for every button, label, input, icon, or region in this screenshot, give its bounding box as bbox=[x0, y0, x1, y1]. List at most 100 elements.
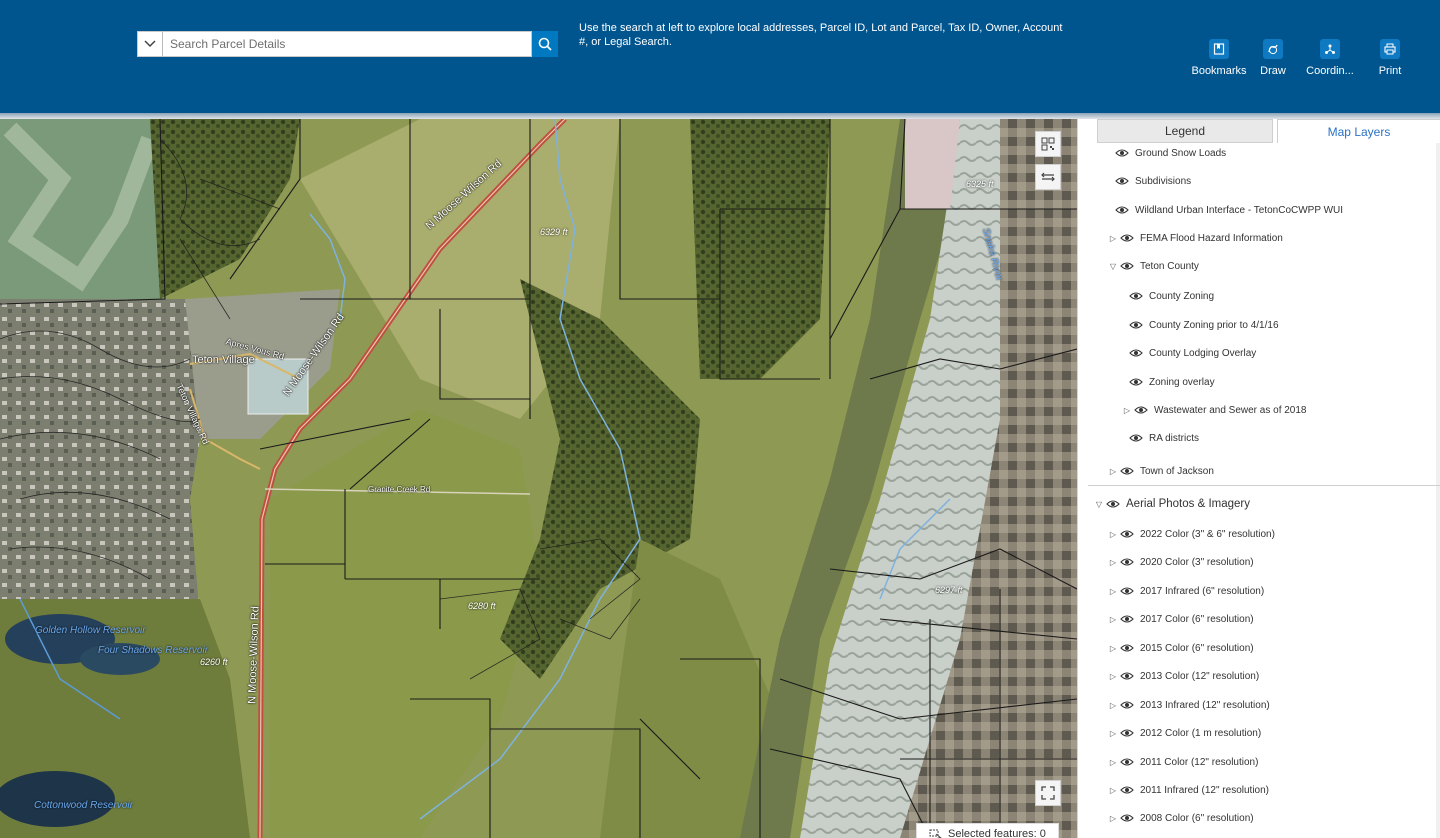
search-icon bbox=[538, 37, 552, 51]
eye-icon[interactable] bbox=[1120, 529, 1134, 539]
layer-item[interactable]: ▷ 2017 Color (6" resolution) bbox=[1108, 609, 1254, 629]
expand-right-icon[interactable]: ▷ bbox=[1122, 406, 1132, 415]
print-button[interactable]: Print bbox=[1370, 39, 1410, 77]
expand-right-icon[interactable]: ▷ bbox=[1108, 615, 1118, 624]
eye-icon[interactable] bbox=[1134, 405, 1148, 415]
layer-item[interactable]: Wildland Urban Interface - TetonCoCWPP W… bbox=[1111, 200, 1343, 220]
layer-item[interactable]: ▷ 2015 Color (6" resolution) bbox=[1108, 638, 1254, 658]
qr-code-icon bbox=[1041, 137, 1055, 151]
eye-icon[interactable] bbox=[1120, 813, 1134, 823]
eye-icon[interactable] bbox=[1120, 614, 1134, 624]
expand-right-icon[interactable]: ▷ bbox=[1108, 701, 1118, 710]
elevation-label: 6280 ft bbox=[468, 601, 496, 611]
qr-code-button[interactable] bbox=[1035, 131, 1061, 157]
layer-item[interactable]: County Lodging Overlay bbox=[1125, 343, 1256, 363]
eye-icon[interactable] bbox=[1120, 233, 1134, 243]
eye-icon[interactable] bbox=[1120, 700, 1134, 710]
eye-icon[interactable] bbox=[1120, 728, 1134, 738]
eye-icon[interactable] bbox=[1115, 176, 1129, 186]
fullscreen-button[interactable] bbox=[1035, 780, 1061, 806]
layer-item[interactable]: ▷ FEMA Flood Hazard Information bbox=[1108, 228, 1283, 248]
layer-label: Wastewater and Sewer as of 2018 bbox=[1154, 404, 1307, 416]
eye-icon[interactable] bbox=[1129, 320, 1143, 330]
eye-icon[interactable] bbox=[1115, 148, 1129, 158]
expand-right-icon[interactable]: ▷ bbox=[1108, 530, 1118, 539]
expand-right-icon[interactable]: ▷ bbox=[1108, 644, 1118, 653]
selected-features-button[interactable]: Selected features: 0 bbox=[916, 823, 1059, 838]
place-label-teton-village: Teton Village bbox=[192, 354, 255, 366]
layer-item[interactable]: ▷ 2008 Color (6" resolution) bbox=[1108, 808, 1254, 828]
eye-icon[interactable] bbox=[1120, 261, 1134, 271]
layer-item[interactable]: ▷ Town of Jackson bbox=[1108, 461, 1214, 481]
coordinates-label: Coordin... bbox=[1306, 65, 1354, 77]
tab-legend[interactable]: Legend bbox=[1097, 119, 1273, 143]
layer-group-aerial[interactable]: ▽ Aerial Photos & Imagery bbox=[1094, 494, 1250, 514]
search-source-dropdown[interactable] bbox=[137, 31, 163, 57]
layer-label: 2020 Color (3" resolution) bbox=[1140, 556, 1254, 568]
expand-right-icon[interactable]: ▷ bbox=[1108, 786, 1118, 795]
layer-item[interactable]: ▷ Wastewater and Sewer as of 2018 bbox=[1122, 400, 1307, 420]
layer-item[interactable]: Subdivisions bbox=[1111, 171, 1191, 191]
layer-item[interactable]: RA districts bbox=[1125, 428, 1199, 448]
map-view[interactable]: N Moose-Wilson Rd N Moose-Wilson Rd N Mo… bbox=[0, 119, 1077, 838]
fullscreen-icon bbox=[1041, 786, 1055, 800]
eye-icon[interactable] bbox=[1120, 643, 1134, 653]
eye-icon[interactable] bbox=[1120, 671, 1134, 681]
coordinates-icon bbox=[1320, 39, 1340, 59]
panel-scrollbar[interactable] bbox=[1436, 143, 1440, 838]
bookmarks-label: Bookmarks bbox=[1191, 65, 1247, 77]
tab-map-layers[interactable]: Map Layers bbox=[1277, 119, 1440, 143]
eye-icon[interactable] bbox=[1129, 433, 1143, 443]
layer-item[interactable]: ▷ 2020 Color (3" resolution) bbox=[1108, 552, 1254, 572]
layer-item[interactable]: ▷ 2011 Color (12" resolution) bbox=[1108, 752, 1259, 772]
water-label-reservoir: Golden Hollow Reservoir bbox=[35, 625, 146, 636]
eye-icon[interactable] bbox=[1120, 466, 1134, 476]
expand-right-icon[interactable]: ▷ bbox=[1108, 234, 1118, 243]
search-input[interactable] bbox=[163, 31, 532, 57]
coordinates-button[interactable]: Coordin... bbox=[1300, 39, 1360, 77]
toolbar: Bookmarks Draw Coordin... Print bbox=[1188, 39, 1410, 77]
expand-right-icon[interactable]: ▷ bbox=[1108, 558, 1118, 567]
layer-item[interactable]: Zoning overlay bbox=[1125, 372, 1215, 392]
eye-icon[interactable] bbox=[1129, 348, 1143, 358]
water-label-reservoir: Four Shadows Reservoir bbox=[98, 645, 209, 656]
eye-icon[interactable] bbox=[1106, 499, 1120, 509]
eye-icon[interactable] bbox=[1120, 557, 1134, 567]
expand-right-icon[interactable]: ▷ bbox=[1108, 672, 1118, 681]
expand-down-icon[interactable]: ▽ bbox=[1108, 262, 1118, 271]
layer-item[interactable]: County Zoning prior to 4/1/16 bbox=[1125, 315, 1279, 335]
layer-label: 2011 Color (12" resolution) bbox=[1140, 756, 1259, 768]
bookmarks-button[interactable]: Bookmarks bbox=[1188, 39, 1250, 77]
swipe-button[interactable] bbox=[1035, 164, 1061, 190]
swipe-icon bbox=[1041, 172, 1055, 182]
expand-right-icon[interactable]: ▷ bbox=[1108, 467, 1118, 476]
expand-right-icon[interactable]: ▷ bbox=[1108, 814, 1118, 823]
layer-label: 2008 Color (6" resolution) bbox=[1140, 812, 1254, 824]
eye-icon[interactable] bbox=[1129, 291, 1143, 301]
eye-icon[interactable] bbox=[1129, 377, 1143, 387]
layer-label: 2017 Color (6" resolution) bbox=[1140, 613, 1254, 625]
eye-icon[interactable] bbox=[1115, 205, 1129, 215]
layer-item[interactable]: County Zoning bbox=[1125, 286, 1214, 306]
layer-item[interactable]: Ground Snow Loads bbox=[1111, 143, 1226, 163]
expand-down-icon[interactable]: ▽ bbox=[1094, 500, 1104, 509]
eye-icon[interactable] bbox=[1120, 785, 1134, 795]
layer-item[interactable]: ▷ 2022 Color (3" & 6" resolution) bbox=[1108, 524, 1275, 544]
expand-right-icon[interactable]: ▷ bbox=[1108, 758, 1118, 767]
selected-features-label: Selected features: 0 bbox=[948, 828, 1046, 838]
layer-label: Zoning overlay bbox=[1149, 376, 1215, 388]
expand-right-icon[interactable]: ▷ bbox=[1108, 729, 1118, 738]
layer-item[interactable]: ▽ Teton County bbox=[1108, 256, 1199, 276]
draw-button[interactable]: Draw bbox=[1250, 39, 1296, 77]
layer-item[interactable]: ▷ 2017 Infrared (6" resolution) bbox=[1108, 581, 1264, 601]
layer-item[interactable]: ▷ 2013 Infrared (12" resolution) bbox=[1108, 695, 1270, 715]
layer-label: 2013 Infrared (12" resolution) bbox=[1140, 699, 1270, 711]
eye-icon[interactable] bbox=[1120, 757, 1134, 767]
layer-item[interactable]: ▷ 2011 Infrared (12" resolution) bbox=[1108, 780, 1269, 800]
layer-item[interactable]: ▷ 2013 Color (12" resolution) bbox=[1108, 666, 1259, 686]
layer-item[interactable]: ▷ 2012 Color (1 m resolution) bbox=[1108, 723, 1261, 743]
eye-icon[interactable] bbox=[1120, 586, 1134, 596]
search-button[interactable] bbox=[532, 31, 558, 57]
layer-label: Wildland Urban Interface - TetonCoCWPP W… bbox=[1135, 204, 1344, 216]
expand-right-icon[interactable]: ▷ bbox=[1108, 587, 1118, 596]
